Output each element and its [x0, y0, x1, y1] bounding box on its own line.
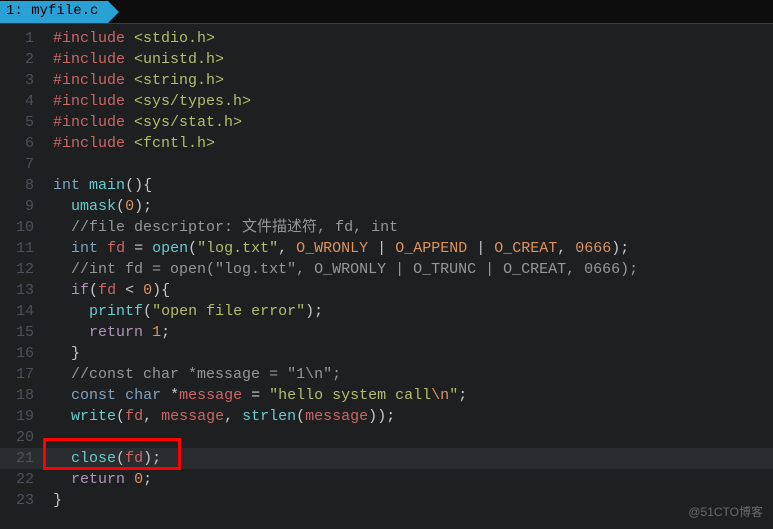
code: //int fd = open("log.txt", O_WRONLY | O_… [44, 259, 773, 280]
line-number: 8 [0, 175, 44, 196]
line-number: 7 [0, 154, 44, 175]
code: write(fd, message, strlen(message)); [44, 406, 773, 427]
code: #include <stdio.h> [44, 28, 773, 49]
code-line: 15 return 1; [0, 322, 773, 343]
line-number: 20 [0, 427, 44, 448]
line-number: 1 [0, 28, 44, 49]
line-number: 14 [0, 301, 44, 322]
code-line: 12 //int fd = open("log.txt", O_WRONLY |… [0, 259, 773, 280]
line-number: 19 [0, 406, 44, 427]
code: #include <fcntl.h> [44, 133, 773, 154]
code-line: 5 #include <sys/stat.h> [0, 112, 773, 133]
code-line: 6 #include <fcntl.h> [0, 133, 773, 154]
code-line: 1 #include <stdio.h> [0, 28, 773, 49]
line-number: 5 [0, 112, 44, 133]
line-number: 23 [0, 490, 44, 511]
line-number: 22 [0, 469, 44, 490]
code: #include <sys/types.h> [44, 91, 773, 112]
code: #include <sys/stat.h> [44, 112, 773, 133]
line-number: 15 [0, 322, 44, 343]
code-line: 23 } [0, 490, 773, 511]
line-number: 12 [0, 259, 44, 280]
code-line: 10 //file descriptor: 文件描述符, fd, int [0, 217, 773, 238]
line-number: 17 [0, 364, 44, 385]
code-line-current: 21 close(fd); [0, 448, 773, 469]
code-line: 13 if(fd < 0){ [0, 280, 773, 301]
line-number: 4 [0, 91, 44, 112]
code: //const char *message = "1\n"; [44, 364, 773, 385]
code: const char *message = "hello system call… [44, 385, 773, 406]
code: printf("open file error"); [44, 301, 773, 322]
code: int main(){ [44, 175, 773, 196]
line-number: 3 [0, 70, 44, 91]
code-line: 7 [0, 154, 773, 175]
line-number: 9 [0, 196, 44, 217]
code: } [44, 490, 773, 511]
code-line: 4 #include <sys/types.h> [0, 91, 773, 112]
code-line: 16 } [0, 343, 773, 364]
code: if(fd < 0){ [44, 280, 773, 301]
file-tab-label: 1: myfile.c [6, 1, 98, 22]
line-number: 13 [0, 280, 44, 301]
line-number: 18 [0, 385, 44, 406]
code-line: 22 return 0; [0, 469, 773, 490]
code-line: 3 #include <string.h> [0, 70, 773, 91]
code: return 0; [44, 469, 773, 490]
code: } [44, 343, 773, 364]
code-line: 8 int main(){ [0, 175, 773, 196]
code: close(fd); [44, 448, 773, 469]
line-number: 10 [0, 217, 44, 238]
code-line: 18 const char *message = "hello system c… [0, 385, 773, 406]
code-line: 11 int fd = open("log.txt", O_WRONLY | O… [0, 238, 773, 259]
line-number: 6 [0, 133, 44, 154]
code: int fd = open("log.txt", O_WRONLY | O_AP… [44, 238, 773, 259]
code-line: 20 [0, 427, 773, 448]
code-line: 19 write(fd, message, strlen(message)); [0, 406, 773, 427]
code-editor[interactable]: 1 #include <stdio.h> 2 #include <unistd.… [0, 24, 773, 511]
code-line: 2 #include <unistd.h> [0, 49, 773, 70]
code: #include <unistd.h> [44, 49, 773, 70]
line-number: 16 [0, 343, 44, 364]
code: //file descriptor: 文件描述符, fd, int [44, 217, 773, 238]
watermark: @51CTO博客 [688, 502, 763, 523]
code: umask(0); [44, 196, 773, 217]
code: #include <string.h> [44, 70, 773, 91]
code-line: 9 umask(0); [0, 196, 773, 217]
tab-bar: 1: myfile.c [0, 0, 773, 24]
code-line: 17 //const char *message = "1\n"; [0, 364, 773, 385]
line-number: 2 [0, 49, 44, 70]
file-tab[interactable]: 1: myfile.c [0, 1, 108, 23]
code: return 1; [44, 322, 773, 343]
code-line: 14 printf("open file error"); [0, 301, 773, 322]
line-number: 11 [0, 238, 44, 259]
line-number: 21 [0, 448, 44, 469]
